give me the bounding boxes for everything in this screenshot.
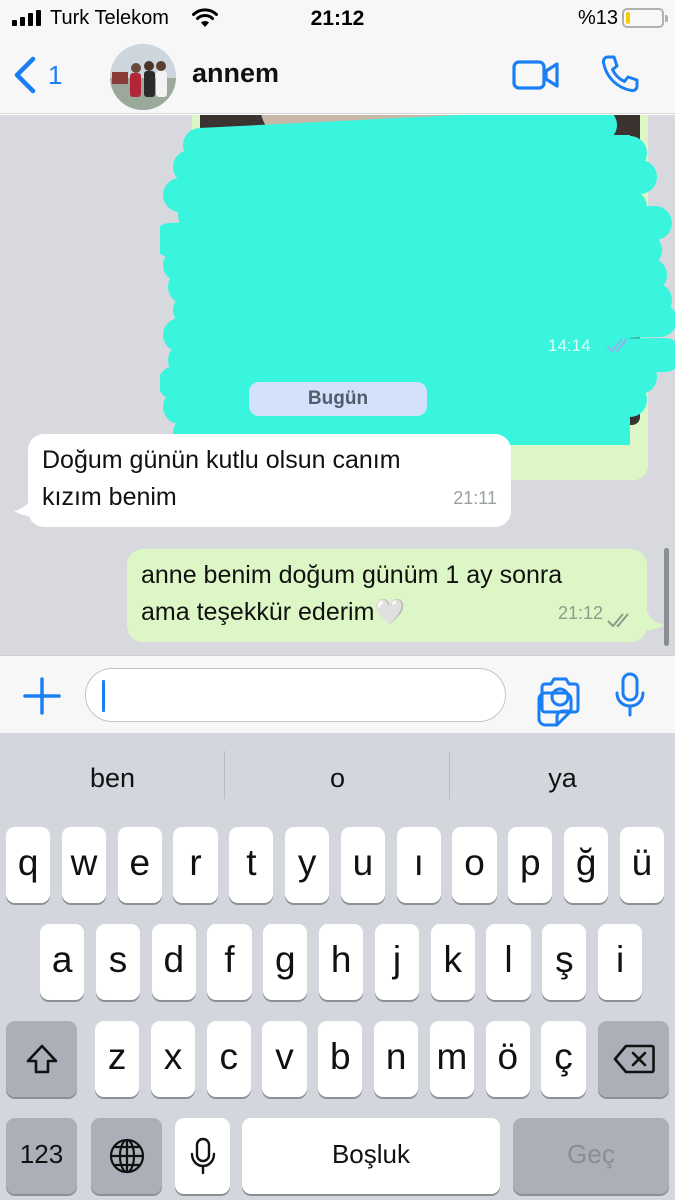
message-input[interactable] xyxy=(85,668,573,727)
avatar[interactable] xyxy=(110,44,176,110)
redaction-scribble xyxy=(160,115,675,472)
contact-name[interactable]: annem xyxy=(192,58,279,89)
key-j[interactable]: j xyxy=(374,924,420,1000)
battery-icon xyxy=(622,8,668,28)
suggestion-2[interactable]: o xyxy=(225,733,450,823)
key-x[interactable]: x xyxy=(150,1021,196,1097)
message-text-line: Doğum günün kutlu olsun canım xyxy=(42,446,401,474)
key-b[interactable]: b xyxy=(318,1021,363,1097)
unread-count: 1 xyxy=(48,60,63,90)
key-ö[interactable]: ö xyxy=(485,1021,530,1097)
phone-call-icon[interactable] xyxy=(600,54,640,94)
outgoing-message[interactable]: anne benim doğum günüm 1 ay sonra ama te… xyxy=(127,549,647,642)
incoming-message[interactable]: Doğum günün kutlu olsun canım kızım beni… xyxy=(28,434,511,527)
key-m[interactable]: m xyxy=(429,1021,475,1097)
key-t[interactable]: t xyxy=(229,827,274,903)
key-c[interactable]: c xyxy=(206,1021,251,1097)
globe-icon xyxy=(109,1138,144,1174)
space-key[interactable]: Boşluk xyxy=(242,1118,500,1194)
text-caret xyxy=(102,680,105,712)
message-text-line: anne benim doğum günüm 1 ay sonra xyxy=(141,561,563,589)
backspace-icon xyxy=(613,1044,655,1074)
key-n[interactable]: n xyxy=(374,1021,419,1097)
plus-icon[interactable] xyxy=(22,676,62,716)
return-key[interactable]: Geç xyxy=(513,1118,669,1194)
clock: 21:12 xyxy=(310,7,365,30)
back-button[interactable]: 1 xyxy=(12,52,72,96)
key-q[interactable]: q xyxy=(6,827,51,903)
chevron-left-icon xyxy=(14,56,36,94)
delivered-receipt-icon xyxy=(607,613,629,628)
key-y[interactable]: y xyxy=(285,827,330,903)
scroll-indicator[interactable] xyxy=(664,548,669,646)
video-call-icon[interactable] xyxy=(512,58,560,92)
shift-icon xyxy=(26,1044,57,1074)
battery-percent: %13 xyxy=(578,7,619,29)
key-ü[interactable]: ü xyxy=(619,827,665,903)
key-g[interactable]: g xyxy=(263,924,308,1000)
suggestion-1[interactable]: ben xyxy=(0,733,225,823)
key-i[interactable]: i xyxy=(598,924,643,1000)
key-f[interactable]: f xyxy=(207,924,252,1000)
microphone-icon[interactable] xyxy=(614,672,646,718)
key-s[interactable]: s xyxy=(95,924,141,1000)
numbers-key[interactable]: 123 xyxy=(6,1118,77,1194)
dictation-key[interactable] xyxy=(175,1118,230,1194)
key-v[interactable]: v xyxy=(262,1021,307,1097)
key-d[interactable]: d xyxy=(151,924,196,1000)
message-text-line: kızım benim xyxy=(42,483,177,511)
key-ı[interactable]: ı xyxy=(396,827,441,903)
date-divider: Bugün xyxy=(249,382,427,416)
suggestion-bar: ben o ya xyxy=(0,733,675,823)
globe-key[interactable] xyxy=(91,1118,162,1194)
chat-area[interactable]: 14:14 Bugün Doğum günün kutlu olsun canı… xyxy=(0,115,675,655)
keyboard: ben o ya qwertyuıopğü asdfghjklşi zxcvbn… xyxy=(0,733,675,1200)
camera-icon[interactable] xyxy=(538,676,582,716)
avatar-photo xyxy=(110,44,176,110)
suggestion-3[interactable]: ya xyxy=(450,733,675,823)
key-u[interactable]: u xyxy=(340,827,386,903)
key-l[interactable]: l xyxy=(486,924,531,1000)
key-r[interactable]: r xyxy=(173,827,218,903)
key-p[interactable]: p xyxy=(508,827,553,903)
key-h[interactable]: h xyxy=(319,924,364,1000)
backspace-key[interactable] xyxy=(598,1021,669,1097)
key-k[interactable]: k xyxy=(430,924,475,1000)
key-ç[interactable]: ç xyxy=(541,1021,586,1097)
key-w[interactable]: w xyxy=(61,827,107,903)
microphone-icon xyxy=(190,1137,215,1175)
key-e[interactable]: e xyxy=(117,827,162,903)
chat-header: 1 annem xyxy=(0,38,675,114)
key-ş[interactable]: ş xyxy=(542,924,587,1000)
key-o[interactable]: o xyxy=(452,827,497,903)
message-time: 21:11 xyxy=(453,488,497,508)
read-receipt-icon xyxy=(606,338,628,353)
key-a[interactable]: a xyxy=(40,924,85,1000)
key-ğ[interactable]: ğ xyxy=(564,827,609,903)
shift-key[interactable] xyxy=(6,1021,77,1097)
status-bar: Turk Telekom 21:12 %13 xyxy=(0,0,675,38)
message-time: 21:12 xyxy=(557,603,603,623)
image-message-time: 14:14 xyxy=(548,336,591,355)
input-bar xyxy=(0,655,675,733)
key-z[interactable]: z xyxy=(95,1021,140,1097)
